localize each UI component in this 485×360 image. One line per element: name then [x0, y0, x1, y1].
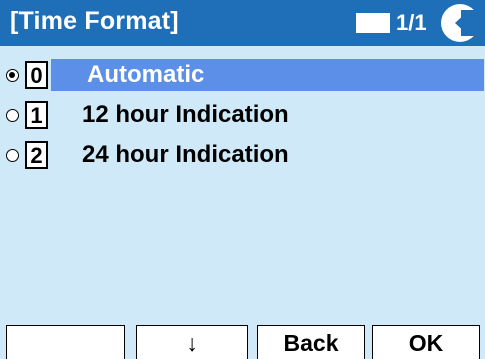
radio-unselected-icon[interactable] [6, 149, 19, 162]
screen-title: [Time Format] [10, 7, 179, 35]
option-key-number: 1 [25, 101, 48, 129]
page-indicator: 1/1 [396, 10, 427, 35]
page-box-icon [356, 13, 390, 33]
title-bar: [Time Format] 1/1 [0, 0, 485, 46]
option-key-number: 0 [25, 61, 48, 89]
option-row-automatic[interactable]: 0 Automatic [0, 58, 485, 94]
softkey-back-button[interactable]: Back [257, 325, 365, 359]
option-label: 12 hour Indication [82, 101, 289, 128]
softkey-ok-button[interactable]: OK [372, 325, 480, 359]
option-row-12-hour[interactable]: 1 12 hour Indication [0, 98, 485, 134]
option-label: Automatic [51, 59, 484, 91]
option-row-24-hour[interactable]: 2 24 hour Indication [0, 138, 485, 174]
radio-unselected-icon[interactable] [6, 109, 19, 122]
phone-screen: [Time Format] 1/1 0 Automatic 1 12 hour … [0, 0, 485, 359]
option-key-number: 2 [25, 141, 48, 169]
option-label: 24 hour Indication [82, 141, 289, 168]
back-arrow-icon[interactable] [441, 4, 479, 42]
softkey-1-button[interactable] [6, 325, 125, 359]
softkey-down-button[interactable]: ↓ [136, 325, 248, 359]
radio-selected-icon[interactable] [6, 69, 19, 82]
softkey-bar: ↓ Back OK [0, 325, 485, 359]
